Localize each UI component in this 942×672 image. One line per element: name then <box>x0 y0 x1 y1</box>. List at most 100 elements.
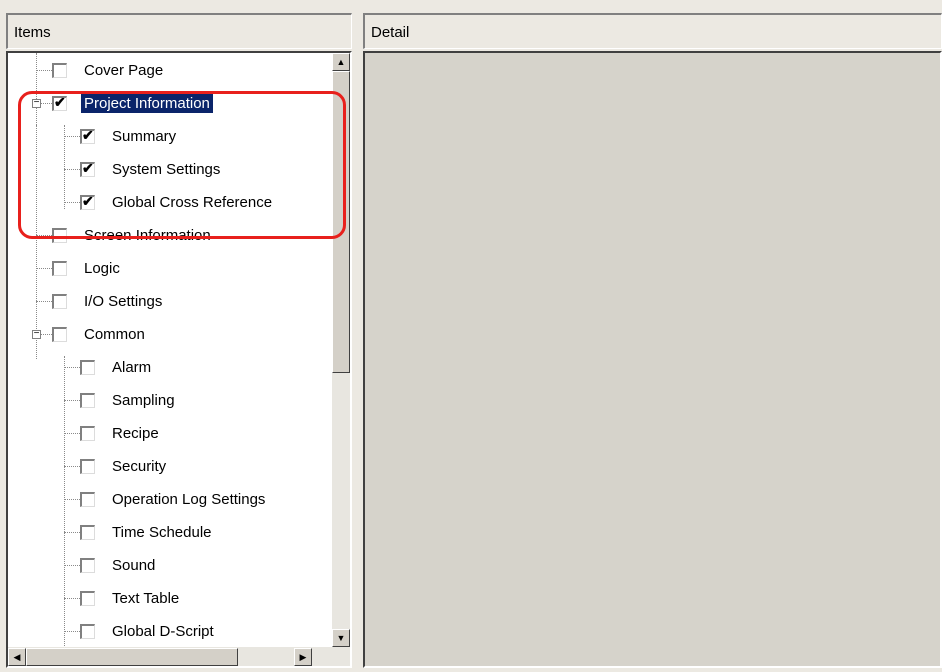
tree-connector <box>36 70 52 71</box>
tree-item[interactable]: Sampling <box>80 387 178 413</box>
tree-guide-line <box>64 125 65 209</box>
tree-item-checkbox[interactable]: ✔ <box>80 159 95 177</box>
detail-header: Detail <box>363 13 942 49</box>
tree-connector <box>64 565 80 566</box>
tree-item-label: Sound <box>112 556 156 574</box>
collapse-toggle-icon[interactable]: − <box>32 329 41 339</box>
detail-header-label: Detail <box>371 24 410 41</box>
collapse-toggle-icon[interactable]: − <box>32 98 41 108</box>
tree-item-label: Security <box>112 457 167 475</box>
tree-item-checkbox[interactable] <box>52 62 67 78</box>
tree-item-checkbox[interactable] <box>52 260 67 276</box>
items-panel: Items Cover Page − ✔ Project Information ✔ Su… <box>6 13 352 668</box>
tree-item[interactable]: Cover Page <box>52 57 166 83</box>
tree-connector <box>64 466 80 467</box>
tree-item-checkbox[interactable] <box>80 557 95 573</box>
tree-connector <box>64 631 80 632</box>
tree-item-checkbox[interactable]: ✔ <box>80 126 95 144</box>
tree-item-label: I/O Settings <box>84 292 163 310</box>
horizontal-scroll-thumb[interactable] <box>26 648 238 666</box>
checkmark-icon: ✔ <box>82 159 94 176</box>
tree-item-checkbox[interactable] <box>80 623 95 639</box>
tree-item-label: Text Table <box>112 589 180 607</box>
tree-item[interactable]: ✔ Project Information <box>52 90 213 116</box>
arrow-right-icon: ▶ <box>299 652 307 662</box>
tree-item-label: Cover Page <box>84 61 164 79</box>
tree-item-checkbox[interactable] <box>80 359 95 375</box>
tree-item-label: Global Cross Reference <box>112 193 273 211</box>
scroll-down-button[interactable]: ▼ <box>332 629 350 647</box>
vertical-scroll-thumb[interactable] <box>332 71 350 373</box>
tree-connector <box>36 268 52 269</box>
tree-item-label: Sampling <box>112 391 175 409</box>
tree-connector <box>64 433 80 434</box>
tree-connector <box>64 169 80 170</box>
scroll-right-button[interactable]: ▶ <box>294 648 312 666</box>
tree-item-label: Operation Log Settings <box>112 490 266 508</box>
detail-content <box>363 51 942 668</box>
tree-item-checkbox[interactable]: ✔ <box>80 192 95 210</box>
tree-item-label: Summary <box>112 127 177 145</box>
tree-item[interactable]: Global D-Script <box>80 618 217 644</box>
tree-item[interactable]: ✔ System Settings <box>80 156 223 182</box>
tree-item[interactable]: I/O Settings <box>52 288 165 314</box>
tree-connector <box>64 400 80 401</box>
tree-item-checkbox[interactable] <box>52 293 67 309</box>
tree-item-checkbox[interactable] <box>80 524 95 540</box>
tree-item-label: Time Schedule <box>112 523 212 541</box>
tree-item-checkbox[interactable] <box>80 458 95 474</box>
items-header: Items <box>6 13 352 49</box>
items-tree: Cover Page − ✔ Project Information ✔ Summary ✔… <box>8 53 324 647</box>
arrow-left-icon: ◀ <box>13 652 21 662</box>
tree-item[interactable]: Alarm <box>80 354 154 380</box>
tree-item-checkbox[interactable] <box>80 491 95 507</box>
tree-item[interactable]: ✔ Summary <box>80 123 179 149</box>
tree-connector <box>64 367 80 368</box>
tree-item[interactable]: Time Schedule <box>80 519 215 545</box>
arrow-down-icon: ▼ <box>336 633 346 643</box>
tree-guide-line <box>36 125 37 359</box>
tree-item-label: Logic <box>84 259 120 277</box>
tree-connector <box>64 202 80 203</box>
tree-item-checkbox[interactable] <box>52 326 67 342</box>
tree-item-label: Global D-Script <box>112 622 214 640</box>
tree-connector <box>64 136 80 137</box>
tree-item[interactable]: Logic <box>52 255 123 281</box>
tree-item[interactable]: Recipe <box>80 420 162 446</box>
tree-item[interactable]: Screen Information <box>52 222 214 248</box>
horizontal-scrollbar[interactable]: ◀ ▶ <box>8 647 350 666</box>
tree-item-checkbox[interactable] <box>80 425 95 441</box>
checkmark-icon: ✔ <box>54 93 66 110</box>
checkmark-icon: ✔ <box>82 126 94 143</box>
scroll-up-button[interactable]: ▲ <box>332 53 350 71</box>
tree-guide-line <box>36 53 37 125</box>
tree-item[interactable]: Text Table <box>80 585 182 611</box>
arrow-up-icon: ▲ <box>336 57 346 67</box>
tree-item-label: Project Information <box>81 93 213 113</box>
tree-item-label: Alarm <box>112 358 152 376</box>
tree-item[interactable]: Common <box>52 321 148 347</box>
tree-connector <box>64 499 80 500</box>
tree-item-label: Screen Information <box>84 226 211 244</box>
tree-connector <box>36 235 52 236</box>
tree-item-checkbox[interactable]: ✔ <box>52 93 67 111</box>
tree-item[interactable]: Security <box>80 453 169 479</box>
tree-connector <box>64 532 80 533</box>
vertical-scrollbar[interactable]: ▲ ▼ <box>332 53 350 647</box>
tree-item-checkbox[interactable] <box>80 392 95 408</box>
items-tree-container: Cover Page − ✔ Project Information ✔ Summary ✔… <box>6 51 352 668</box>
scroll-left-button[interactable]: ◀ <box>8 648 26 666</box>
items-header-label: Items <box>14 24 51 41</box>
tree-item-label: Common <box>84 325 145 343</box>
tree-connector <box>36 301 52 302</box>
tree-item-label: Recipe <box>112 424 159 442</box>
tree-item-label: System Settings <box>112 160 221 178</box>
tree-connector <box>64 598 80 599</box>
tree-item[interactable]: Sound <box>80 552 158 578</box>
tree-item-checkbox[interactable] <box>52 227 67 243</box>
tree-item[interactable]: Operation Log Settings <box>80 486 268 512</box>
tree-item[interactable]: ✔ Global Cross Reference <box>80 189 275 215</box>
checkmark-icon: ✔ <box>82 192 94 209</box>
detail-panel: Detail <box>363 13 942 668</box>
tree-item-checkbox[interactable] <box>80 590 95 606</box>
